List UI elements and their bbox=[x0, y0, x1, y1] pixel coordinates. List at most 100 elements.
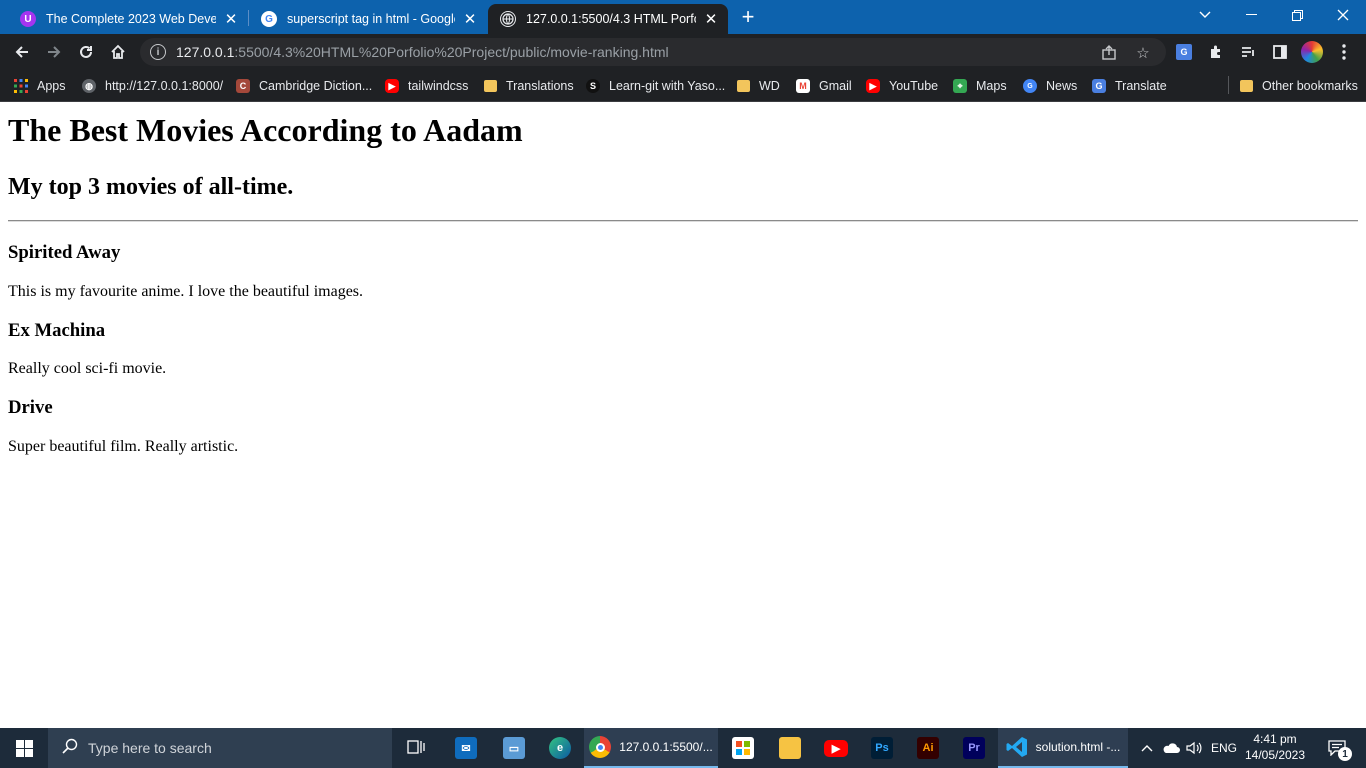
reload-icon bbox=[80, 45, 92, 58]
bookmark-tailwindcss[interactable]: ▶ tailwindcss bbox=[385, 76, 468, 96]
taskbar-chrome[interactable]: 127.0.0.1:5500/... bbox=[584, 728, 718, 768]
tab-google-search[interactable]: G superscript tag in html - Google ✕ bbox=[249, 4, 487, 34]
taskbar-app-label: 127.0.0.1:5500/... bbox=[619, 740, 713, 754]
media-control-button[interactable] bbox=[1236, 40, 1260, 64]
browser-toolbar: i 127.0.0.1:5500/4.3%20HTML%20Porfolio%2… bbox=[0, 34, 1366, 70]
bookmark-other-bookmarks[interactable]: Other bookmarks bbox=[1240, 76, 1358, 96]
movie-title: Drive bbox=[8, 397, 53, 418]
gmail-icon: M bbox=[796, 79, 810, 93]
bookmark-wd[interactable]: WD bbox=[737, 76, 780, 96]
show-hidden-icons-button[interactable] bbox=[1138, 728, 1156, 768]
language-indicator[interactable]: ENG bbox=[1208, 728, 1240, 768]
reload-button[interactable] bbox=[74, 40, 98, 64]
globe-icon: ◍ bbox=[82, 79, 96, 93]
minimize-button[interactable] bbox=[1228, 0, 1274, 30]
movie-description: Really cool sci-fi movie. bbox=[8, 360, 167, 377]
tab-title: The Complete 2023 Web Develop bbox=[46, 12, 216, 26]
extensions-button[interactable] bbox=[1204, 40, 1228, 64]
taskbar-edge[interactable]: e bbox=[538, 728, 582, 768]
movie-description: This is my favourite anime. I love the b… bbox=[8, 283, 364, 300]
bookmark-localhost[interactable]: ◍ http://127.0.0.1:8000/ bbox=[82, 76, 223, 96]
playlist-icon bbox=[1242, 47, 1254, 57]
apps-grid-icon bbox=[14, 79, 28, 93]
minimize-icon bbox=[1245, 14, 1257, 15]
cloud-icon bbox=[1163, 743, 1180, 753]
avatar-icon bbox=[1301, 41, 1323, 63]
menu-button[interactable] bbox=[1332, 40, 1356, 64]
side-panel-button[interactable] bbox=[1268, 40, 1292, 64]
taskbar-network-app[interactable]: ▭ bbox=[492, 728, 536, 768]
tab-udemy[interactable]: U The Complete 2023 Web Develop ✕ bbox=[8, 4, 248, 34]
news-icon: G bbox=[1023, 79, 1037, 93]
clock-date: 14/05/2023 bbox=[1244, 748, 1306, 762]
taskbar-vscode[interactable]: solution.html -... bbox=[998, 728, 1128, 768]
new-tab-button[interactable]: + bbox=[736, 6, 760, 30]
windows-taskbar: Type here to search ✉ ▭ e 127.0.0.1:5500… bbox=[0, 728, 1366, 768]
search-placeholder: Type here to search bbox=[88, 740, 212, 756]
arrow-right-icon bbox=[48, 46, 61, 58]
bookmark-youtube[interactable]: ▶ YouTube bbox=[866, 76, 938, 96]
taskbar-premiere[interactable]: Pr bbox=[952, 728, 996, 768]
profile-avatar[interactable] bbox=[1300, 40, 1324, 64]
home-button[interactable] bbox=[106, 40, 130, 64]
star-icon[interactable]: ☆ bbox=[1134, 44, 1152, 62]
movie-item: Spirited Away This is my favourite anime… bbox=[8, 242, 1358, 301]
start-button[interactable] bbox=[0, 728, 48, 768]
task-view-button[interactable] bbox=[396, 728, 436, 768]
address-bar[interactable]: i 127.0.0.1:5500/4.3%20HTML%20Porfolio%2… bbox=[140, 38, 1166, 66]
info-icon[interactable]: i bbox=[150, 44, 166, 60]
bookmark-label: Maps bbox=[976, 79, 1007, 93]
horizontal-rule bbox=[8, 220, 1358, 222]
bookmark-learn-git[interactable]: S Learn-git with Yaso... bbox=[586, 76, 725, 96]
taskbar-store[interactable] bbox=[722, 728, 764, 768]
bookmark-gmail[interactable]: M Gmail bbox=[796, 76, 852, 96]
restore-button[interactable] bbox=[1274, 0, 1320, 30]
search-icon bbox=[62, 738, 78, 759]
restore-icon bbox=[1291, 9, 1303, 21]
close-icon[interactable]: ✕ bbox=[461, 10, 479, 28]
home-icon bbox=[111, 44, 125, 59]
notification-center-button[interactable]: 1 bbox=[1318, 728, 1356, 768]
folder-icon bbox=[1240, 80, 1253, 92]
close-window-button[interactable] bbox=[1320, 0, 1366, 30]
bookmark-label: News bbox=[1046, 79, 1078, 93]
bookmark-label: Cambridge Diction... bbox=[259, 79, 373, 93]
url-text[interactable]: 127.0.0.1:5500/4.3%20HTML%20Porfolio%20P… bbox=[176, 44, 669, 60]
onedrive-tray-icon[interactable] bbox=[1160, 728, 1182, 768]
bookmark-label: Apps bbox=[37, 79, 66, 93]
google-translate-extension[interactable]: G bbox=[1172, 40, 1196, 64]
speaker-icon bbox=[1186, 741, 1202, 755]
bookmark-apps[interactable]: Apps bbox=[14, 76, 66, 96]
share-icon[interactable] bbox=[1100, 44, 1118, 62]
bookmark-cambridge[interactable]: C Cambridge Diction... bbox=[236, 76, 372, 96]
taskbar-search-box[interactable]: Type here to search bbox=[48, 728, 392, 768]
edge-icon: e bbox=[549, 737, 571, 759]
url-host: 127.0.0.1 bbox=[176, 44, 235, 60]
taskbar-illustrator[interactable]: Ai bbox=[906, 728, 950, 768]
bookmark-maps[interactable]: ⌖ Maps bbox=[953, 76, 1007, 96]
side-panel-icon bbox=[1273, 45, 1287, 59]
notification-badge: 1 bbox=[1338, 747, 1352, 761]
taskbar-mail[interactable]: ✉ bbox=[444, 728, 488, 768]
forward-button[interactable] bbox=[42, 40, 66, 64]
tab-search-button[interactable] bbox=[1182, 0, 1228, 30]
tab-title: 127.0.0.1:5500/4.3 HTML Porfolio bbox=[526, 12, 696, 26]
tab-movie-ranking[interactable]: 127.0.0.1:5500/4.3 HTML Porfolio ✕ bbox=[488, 4, 728, 34]
bookmark-translations[interactable]: Translations bbox=[484, 76, 574, 96]
illustrator-icon: Ai bbox=[917, 737, 939, 759]
taskbar-youtube[interactable]: ▶ bbox=[814, 728, 858, 768]
taskbar-photoshop[interactable]: Ps bbox=[860, 728, 904, 768]
google-icon: G bbox=[261, 11, 277, 27]
bookmark-translate[interactable]: G Translate bbox=[1092, 76, 1167, 96]
bookmark-news[interactable]: G News bbox=[1023, 76, 1077, 96]
bookmark-label: Other bookmarks bbox=[1262, 79, 1358, 93]
volume-tray-icon[interactable] bbox=[1184, 728, 1204, 768]
translate-icon: G bbox=[1176, 44, 1192, 60]
back-button[interactable] bbox=[10, 40, 34, 64]
close-icon[interactable]: ✕ bbox=[702, 10, 720, 28]
bookmark-label: Translate bbox=[1115, 79, 1167, 93]
bookmark-label: Learn-git with Yaso... bbox=[609, 79, 726, 93]
taskbar-file-explorer[interactable] bbox=[768, 728, 812, 768]
close-icon[interactable]: ✕ bbox=[222, 10, 240, 28]
taskbar-clock[interactable]: 4:41 pm 14/05/2023 bbox=[1242, 731, 1308, 763]
